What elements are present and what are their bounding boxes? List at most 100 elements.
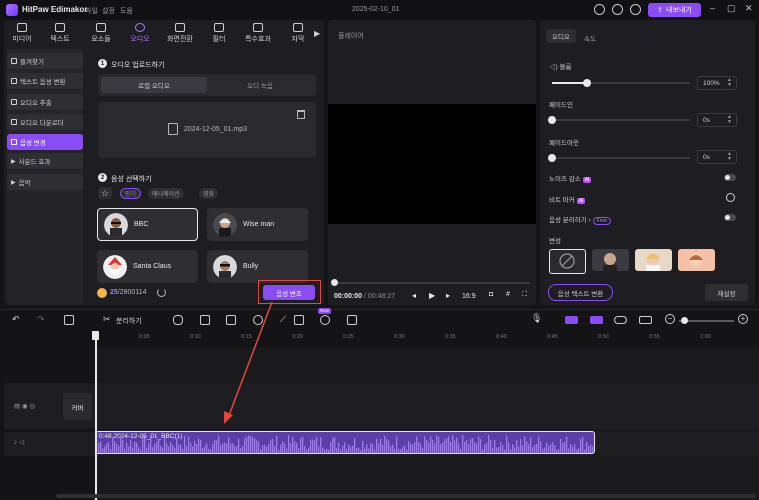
playhead-handle[interactable] (92, 331, 99, 340)
tabs-next-icon[interactable]: ▶ (314, 29, 320, 38)
fade-in-input[interactable]: 0s ▲ ▼ (697, 113, 737, 127)
maximize-icon[interactable]: ▢ (727, 3, 736, 14)
crop-icon[interactable]: ⟋ (280, 314, 286, 325)
noise-reduction-toggle[interactable] (724, 174, 736, 181)
voice-card-bully[interactable]: Bully (207, 250, 308, 283)
volume-handle[interactable] (582, 79, 591, 87)
tab-elements[interactable]: 요소들 (83, 23, 119, 44)
voice-preset-2[interactable] (635, 249, 672, 271)
tab-speed[interactable]: 속도 (584, 33, 596, 43)
grid-icon[interactable]: # (506, 291, 510, 298)
stepper-icon[interactable]: ▲ ▼ (727, 115, 732, 125)
voice-card-santa[interactable]: Santa Claus (97, 250, 198, 283)
vocal-separation-toggle[interactable] (724, 214, 736, 221)
text-tool-icon[interactable] (200, 315, 210, 325)
fit-icon[interactable] (639, 316, 652, 324)
message-icon[interactable] (594, 4, 605, 15)
link-icon[interactable] (590, 316, 603, 324)
play-icon[interactable]: ▶ (429, 291, 435, 300)
fade-in-handle[interactable] (548, 116, 556, 124)
text-box-icon[interactable] (294, 315, 304, 325)
tab-audio-properties[interactable]: 오디오 (546, 29, 576, 43)
filter-animation[interactable]: 애니메이션 (148, 188, 184, 199)
tab-text[interactable]: 텍스트 (42, 23, 78, 44)
aspect-ratio-select[interactable]: 16:9 (462, 293, 476, 300)
minimize-icon[interactable]: – (710, 3, 715, 13)
export-button[interactable]: ⇪ 내보내기 (648, 3, 701, 17)
local-audio-option[interactable]: 로컬 오디오 (101, 77, 207, 93)
next-frame-icon[interactable]: ▸ (446, 291, 450, 300)
zoom-handle[interactable] (681, 317, 688, 324)
ai-text-icon[interactable] (226, 315, 236, 325)
shield-icon[interactable] (173, 315, 183, 325)
fade-in-slider[interactable] (548, 116, 690, 124)
close-icon[interactable]: ✕ (745, 3, 753, 14)
tab-media[interactable]: 미디어 (4, 23, 40, 44)
favorites-star-icon[interactable]: ☆ (98, 187, 112, 199)
account-icon[interactable] (630, 4, 641, 15)
sidebar-item-music[interactable]: ▶ 음악 (7, 174, 83, 190)
fade-out-slider[interactable] (548, 154, 690, 162)
fullscreen-icon[interactable]: ⛶ (522, 291, 527, 299)
split-label[interactable]: 분리하기 (116, 316, 142, 326)
tab-subtitles[interactable]: 자막 (280, 23, 316, 44)
trash-icon[interactable] (297, 110, 305, 119)
tab-effects[interactable]: 특수효과 (240, 23, 276, 44)
voice-preset-none[interactable] (549, 249, 586, 274)
cover-button[interactable]: 커버 (63, 393, 92, 420)
speech-to-text-button[interactable]: 음성 텍스트 변환 (548, 284, 613, 301)
timeline-scrollbar[interactable] (56, 494, 756, 498)
download-icon[interactable] (612, 4, 623, 15)
sidebar-item-tts[interactable]: 텍스트 음성 변환 (7, 73, 83, 89)
fade-out-handle[interactable] (548, 154, 556, 162)
video-preview[interactable] (328, 104, 536, 224)
speaker-icon[interactable]: ◁ (19, 439, 24, 446)
sidebar-item-audio-extract[interactable]: 오디오 추출 (7, 94, 83, 110)
reset-button[interactable]: 재설정 (705, 284, 748, 301)
zoom-out-icon[interactable]: − (665, 314, 675, 324)
export-clip-icon[interactable] (347, 315, 357, 325)
speed-icon[interactable] (253, 315, 263, 325)
filter-movie[interactable]: 영화 (199, 188, 219, 199)
record-audio-option[interactable]: 오디 녹음 (207, 77, 313, 93)
scrubber-handle[interactable] (331, 279, 338, 286)
delete-icon[interactable] (64, 315, 74, 325)
zoom-in-icon[interactable]: + (738, 314, 748, 324)
sidebar-item-audio-downloader[interactable]: 오디오 다운로더 (7, 114, 83, 130)
stepper-icon[interactable]: ▲ ▼ (727, 152, 732, 162)
voice-preset-1[interactable] (592, 249, 629, 271)
music-note-icon[interactable]: ♪ (14, 439, 17, 446)
tab-filters[interactable]: 필터 (201, 23, 237, 44)
playhead[interactable] (95, 331, 97, 500)
menu-help[interactable]: 도움 (120, 6, 133, 16)
voice-card-wise-man[interactable]: Wise man (207, 208, 308, 241)
tab-transitions[interactable]: 화면전환 (162, 23, 198, 44)
sidebar-item-sound-effects[interactable]: ▶ 사운드 효과 (7, 153, 83, 169)
microphone-icon[interactable]: 🎙 (531, 313, 542, 324)
redo-icon[interactable]: ↷ (37, 314, 45, 325)
fade-out-input[interactable]: 0s ▲ ▼ (697, 150, 737, 164)
magnet-icon[interactable] (565, 316, 578, 324)
chain-icon[interactable] (614, 316, 627, 324)
lock-icon[interactable]: ◎ (29, 403, 35, 410)
menu-file[interactable]: 파일 (85, 6, 98, 16)
previous-frame-icon[interactable]: ◂ (412, 291, 416, 300)
volume-slider[interactable] (552, 79, 690, 87)
stepper-icon[interactable]: ▲ ▼ (727, 78, 732, 88)
track-icon[interactable]: ▤ (14, 403, 20, 410)
scissors-icon[interactable]: ✂ (103, 314, 111, 325)
filter-popular[interactable]: 인기 (120, 188, 142, 199)
sidebar-item-voice-changer[interactable]: 음성 변경 (7, 134, 83, 150)
volume-input[interactable]: 100% ▲ ▼ (697, 76, 737, 90)
menu-settings[interactable]: 설정 (102, 6, 115, 16)
playback-scrubber[interactable] (334, 282, 530, 284)
undo-icon[interactable]: ↶ (12, 314, 20, 325)
tab-audio[interactable]: 오디오 (122, 23, 158, 44)
voice-card-bbc[interactable]: BBC (97, 208, 198, 241)
screenshot-icon[interactable]: ◘ (489, 291, 493, 298)
download-clip-icon[interactable] (320, 315, 330, 325)
voice-preset-3[interactable] (678, 249, 715, 271)
eye-icon[interactable]: ◉ (22, 403, 28, 410)
sidebar-item-favorites[interactable]: 즐겨찾기 (7, 53, 83, 69)
refresh-icon[interactable] (157, 288, 166, 297)
